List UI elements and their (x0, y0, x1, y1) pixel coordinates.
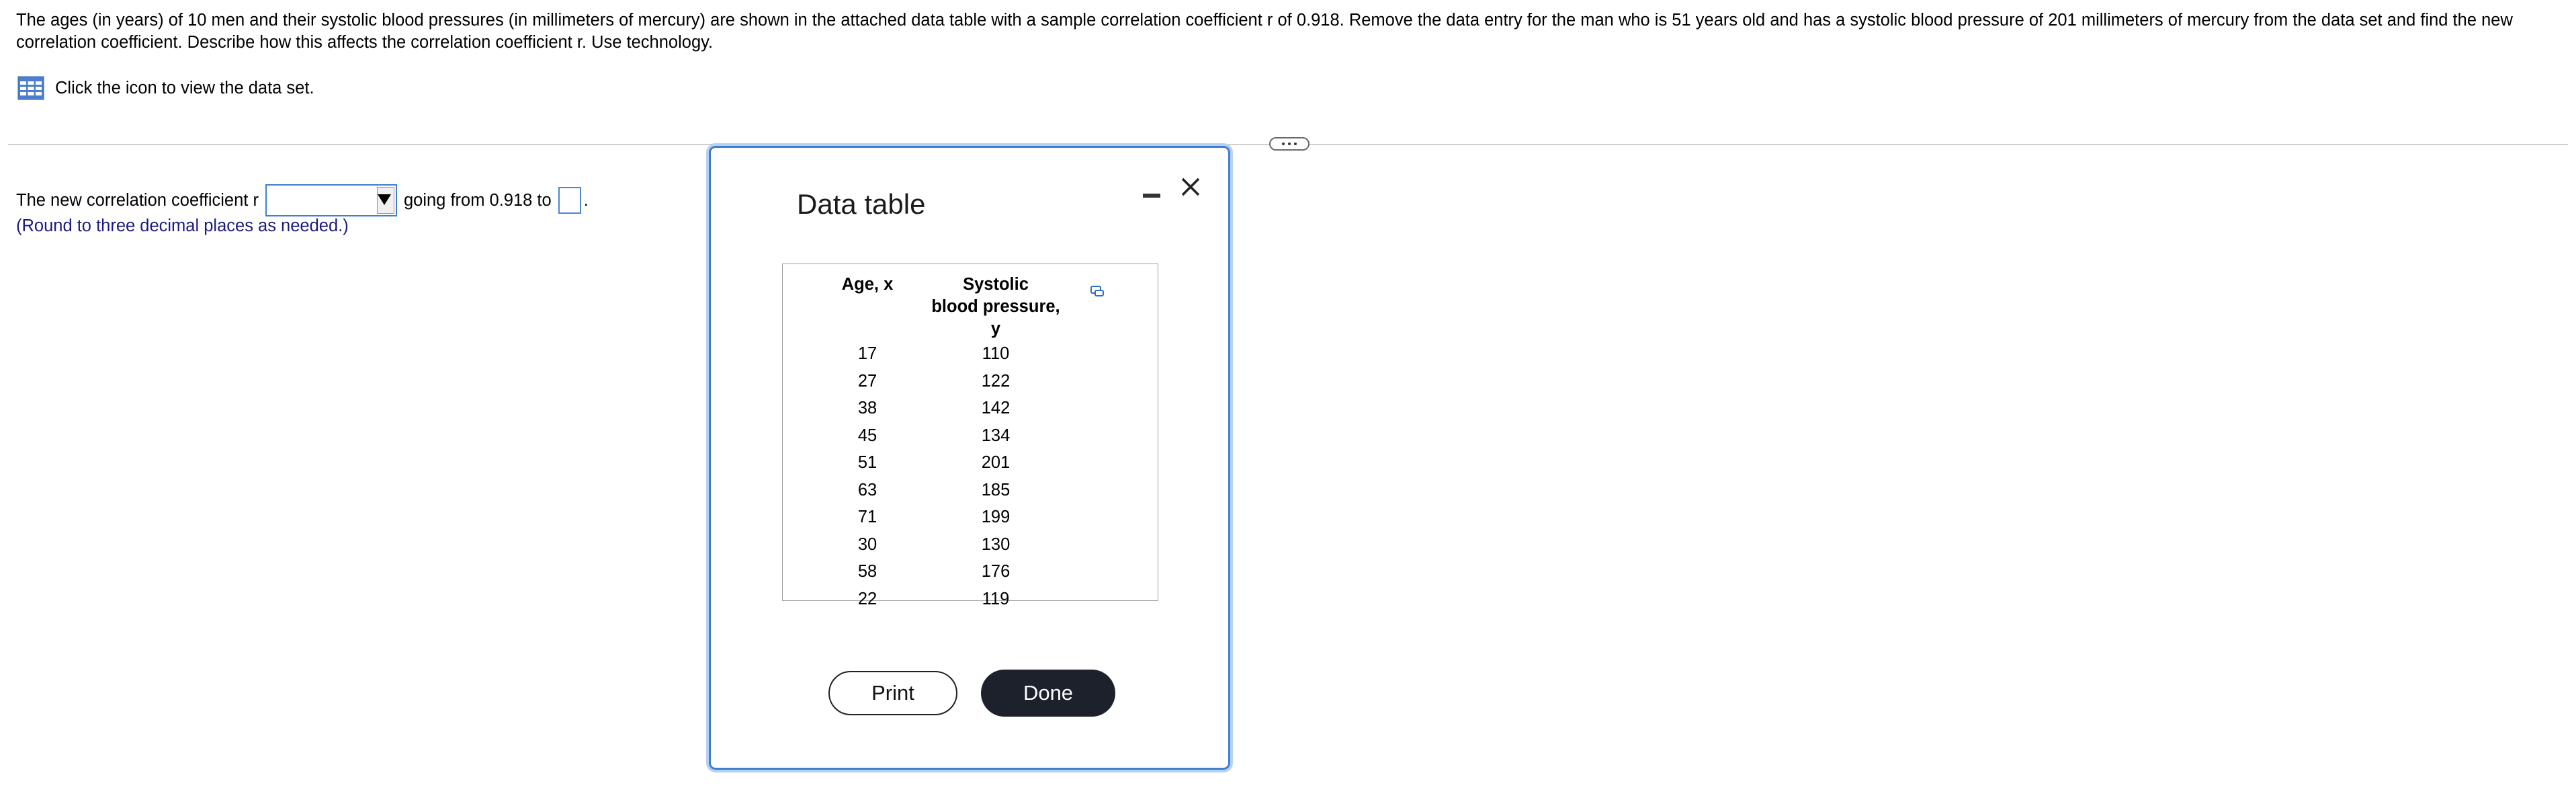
bp-column-header: Systolic blood pressure, y (920, 274, 1072, 340)
table-row: 30 130 (815, 531, 1072, 559)
ellipsis-icon (1288, 143, 1291, 145)
close-icon[interactable] (1177, 173, 1204, 200)
view-data-set-link[interactable]: Click the icon to view the data set. (17, 75, 314, 101)
question-text: The ages (in years) of 10 men and their … (16, 11, 2513, 52)
table-row: 51 201 (815, 449, 1072, 477)
table-row: 27 122 (815, 368, 1072, 395)
bp-cell: 110 (982, 344, 1010, 363)
age-cell: 45 (857, 426, 877, 445)
age-cell: 51 (857, 453, 877, 472)
table-row: 63 185 (815, 477, 1072, 504)
answer-prefix: The new correlation coefficient r (16, 190, 259, 210)
age-cell: 63 (857, 480, 877, 499)
bp-cell: 130 (981, 534, 1011, 554)
bp-cell: 176 (981, 562, 1011, 581)
table-row: 17 110 (815, 340, 1072, 368)
table-row: 71 199 (815, 504, 1072, 531)
chevron-down-icon (377, 194, 391, 205)
answer-middle-text: going from 0.918 to (403, 190, 552, 210)
print-button[interactable]: Print (828, 671, 957, 715)
page: The ages (in years) of 10 men and their … (0, 0, 2576, 800)
minimize-icon (1143, 194, 1160, 198)
bp-cell: 134 (981, 426, 1011, 445)
bp-cell: 201 (981, 453, 1011, 472)
age-cell: 27 (857, 371, 877, 391)
age-cell: 17 (857, 344, 877, 363)
table-row: 22 119 (815, 586, 1072, 613)
ellipsis-icon (1294, 143, 1297, 145)
table-row: 58 176 (815, 558, 1072, 586)
table-grid-icon[interactable] (17, 76, 44, 100)
age-cell: 22 (857, 589, 877, 608)
age-column-header: Age, x (841, 275, 894, 294)
table-header-row: Age, x Systolic blood pressure, y (815, 274, 1072, 340)
age-cell: 30 (857, 534, 877, 554)
age-cell: 38 (857, 399, 877, 417)
data-table: Age, x Systolic blood pressure, y 17 110 2… (815, 274, 1072, 612)
dialog-title: Data table (797, 188, 926, 220)
bp-cell: 185 (981, 480, 1011, 499)
new-r-input[interactable] (558, 187, 581, 214)
age-cell: 71 (857, 508, 877, 526)
minimize-button[interactable] (1141, 188, 1164, 202)
bp-header-line2: blood pressure, y (931, 297, 1060, 338)
ellipsis-icon (1282, 143, 1285, 145)
bp-cell: 122 (981, 371, 1011, 391)
bp-header-line1: Systolic (963, 275, 1029, 294)
dropdown-arrow-button[interactable] (376, 187, 394, 214)
done-button[interactable]: Done (981, 670, 1115, 717)
table-row: 45 134 (815, 422, 1072, 450)
bp-cell: 119 (982, 589, 1010, 608)
rounding-note: (Round to three decimal places as needed… (16, 216, 349, 235)
data-table-dialog: Data table Age, x Systolic blood pressure… (709, 146, 1230, 770)
answer-line: The new correlation coefficient r going … (16, 182, 589, 219)
data-table-container: Age, x Systolic blood pressure, y 17 110 2… (782, 264, 1158, 608)
bp-cell: 199 (981, 508, 1011, 526)
bp-cell: 142 (981, 399, 1011, 417)
correlation-change-dropdown[interactable] (265, 184, 397, 216)
more-options-button[interactable] (1269, 137, 1310, 151)
answer-suffix: . (583, 190, 589, 210)
view-data-set-label: Click the icon to view the data set. (55, 78, 314, 97)
age-cell: 58 (857, 562, 877, 581)
copy-icon[interactable] (1089, 283, 1105, 299)
table-row: 38 142 (815, 395, 1072, 422)
